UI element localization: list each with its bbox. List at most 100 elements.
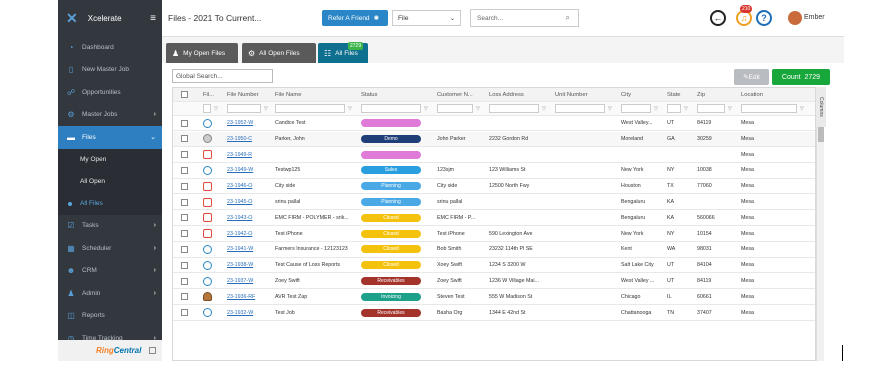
file-number-link[interactable]: 23-1950-C: [227, 136, 252, 142]
sidebar-item-new-master-job[interactable]: ▯ New Master Job: [58, 59, 162, 82]
files-submenu-item[interactable]: My Open: [58, 149, 162, 171]
file-number-link[interactable]: 23-1945-O: [227, 199, 252, 205]
search-input[interactable]: Search... ⌕: [470, 9, 579, 27]
row-checkbox[interactable]: [181, 119, 188, 127]
row-checkbox[interactable]: [181, 261, 188, 269]
filter-input[interactable]: [741, 104, 797, 113]
filter-input[interactable]: [555, 104, 605, 113]
filter-input[interactable]: [621, 104, 651, 113]
search-icon[interactable]: ⌕: [566, 13, 570, 23]
tab-all-open-files[interactable]: ⚙ All Open Files: [242, 43, 316, 63]
column-header[interactable]: Customer N...: [435, 88, 485, 101]
file-number-link[interactable]: 23-1946-O: [227, 183, 252, 189]
filter-funnel-icon[interactable]: ▽: [684, 106, 688, 112]
sidebar-item-tasks[interactable]: ☑ Tasks ›: [58, 215, 162, 238]
column-header[interactable]: File Number: [225, 88, 273, 101]
table-row[interactable]: 23-1943-O EMC FIRM - POLYMER - srik... Clo…: [173, 211, 815, 226]
file-number-link[interactable]: 23-1949-R: [227, 152, 252, 158]
filter-funnel-icon[interactable]: ▽: [424, 106, 428, 112]
filter-input[interactable]: [667, 104, 681, 113]
sidebar-item-opportunities[interactable]: ☍ Opportunities: [58, 81, 162, 104]
row-checkbox[interactable]: [181, 309, 188, 317]
filter-funnel-icon[interactable]: ▽: [728, 106, 732, 112]
table-row[interactable]: 23-1932-W Test Job Receivables Basha Org 134…: [173, 306, 815, 321]
sidebar-item-reports[interactable]: ◫ Reports: [58, 305, 162, 328]
column-header[interactable]: Location: [739, 88, 809, 101]
row-checkbox[interactable]: [181, 182, 188, 190]
row-checkbox[interactable]: [181, 293, 188, 301]
file-number-link[interactable]: 23-1949-W: [227, 167, 253, 173]
filter-input[interactable]: [227, 104, 261, 113]
help-icon[interactable]: ?: [756, 10, 772, 26]
file-number-link[interactable]: 23-1932-W: [227, 310, 253, 316]
avatar[interactable]: [788, 11, 802, 25]
user-name[interactable]: Ember: [804, 14, 825, 21]
filter-funnel-icon[interactable]: ▽: [214, 106, 218, 112]
sidebar-item-scheduler[interactable]: ▦ Scheduler ›: [58, 237, 162, 260]
file-number-link[interactable]: 23-1952-W: [227, 120, 253, 126]
column-header[interactable]: Fil...: [201, 88, 223, 101]
ringcentral-widget[interactable]: Ring Central: [58, 340, 162, 361]
sidebar-item-admin[interactable]: ♟ Admin ›: [58, 282, 162, 305]
hamburger-menu-icon[interactable]: ≡: [150, 13, 156, 24]
table-row[interactable]: 23-1949-R Mesa: [173, 148, 815, 163]
row-checkbox[interactable]: [181, 230, 188, 238]
global-search-input[interactable]: Global Search...: [172, 69, 273, 83]
table-row[interactable]: 23-1945-O srinu pallal Planning srinu palla…: [173, 195, 815, 211]
table-row[interactable]: 23-1937-W Zoey Swift Receivables Zoey Swift…: [173, 274, 815, 290]
file-number-link[interactable]: 23-1942-O: [227, 231, 252, 237]
column-header[interactable]: City: [619, 88, 663, 101]
brand[interactable]: ✕ Xcelerate ≡: [58, 0, 162, 36]
row-checkbox[interactable]: [181, 245, 188, 253]
filter-funnel-icon[interactable]: ▽: [542, 106, 546, 112]
filter-input[interactable]: [437, 104, 473, 113]
column-header[interactable]: Status: [359, 88, 433, 101]
file-number-link[interactable]: 23-1937-W: [227, 278, 253, 284]
row-checkbox[interactable]: [181, 166, 188, 174]
filter-input[interactable]: [275, 104, 345, 113]
file-number-link[interactable]: 23-1941-W: [227, 246, 253, 252]
tab-my-open-files[interactable]: ♟ My Open Files: [166, 43, 238, 63]
row-checkbox[interactable]: [181, 277, 188, 285]
columns-panel-tab[interactable]: Columns: [816, 87, 826, 127]
file-number-link[interactable]: 23-1936-RF: [227, 294, 255, 300]
refer-friend-button[interactable]: Refer A Friend ✺: [322, 10, 388, 26]
select-all-checkbox[interactable]: [181, 91, 188, 98]
filter-input[interactable]: [489, 104, 539, 113]
file-number-link[interactable]: 23-1938-W: [227, 262, 253, 268]
table-row[interactable]: 23-1950-C Parker, John Demo John Parker 2232…: [173, 131, 815, 147]
filter-input[interactable]: [203, 104, 211, 113]
table-row[interactable]: 23-1941-W Farmers Insurance - 12123123 Clo…: [173, 242, 815, 258]
row-checkbox[interactable]: [181, 151, 188, 159]
column-header[interactable]: Loss Address: [487, 88, 551, 101]
table-row[interactable]: 23-1949-W Testwp125 Sales 123sjm 123 William…: [173, 163, 815, 179]
file-number-link[interactable]: 23-1943-O: [227, 215, 252, 221]
row-checkbox[interactable]: [181, 214, 188, 222]
table-row[interactable]: 23-1946-O City side Planning City side 12500…: [173, 179, 815, 195]
table-row[interactable]: 23-1938-W Test Cause of Loss Reports Close…: [173, 258, 815, 274]
column-header[interactable]: State: [665, 88, 693, 101]
filter-funnel-icon[interactable]: ▽: [800, 106, 804, 112]
filter-input[interactable]: [697, 104, 725, 113]
files-submenu-item[interactable]: All Open: [58, 171, 162, 193]
file-type-select[interactable]: File ⌄: [392, 10, 461, 26]
edit-button[interactable]: ✎ Edit: [734, 69, 769, 85]
table-row[interactable]: 23-1942-O Test iPhone Closed Test iPhone 590…: [173, 227, 815, 242]
sidebar-item-files[interactable]: ▬ Files ⌄: [58, 126, 162, 149]
filter-funnel-icon[interactable]: ▽: [476, 106, 480, 112]
row-checkbox[interactable]: [181, 198, 188, 206]
table-row[interactable]: 23-1936-RF AVR Test Zap Invoicing Steven Te…: [173, 290, 815, 305]
files-submenu-item[interactable]: All Files: [58, 193, 162, 215]
filter-funnel-icon[interactable]: ▽: [654, 106, 658, 112]
vertical-scrollbar[interactable]: [816, 100, 824, 361]
filter-funnel-icon[interactable]: ▽: [348, 106, 352, 112]
row-checkbox[interactable]: [181, 135, 188, 143]
sidebar-item-dashboard[interactable]: ◔ Dashboard: [58, 36, 162, 59]
filter-funnel-icon[interactable]: ▽: [608, 106, 612, 112]
column-header[interactable]: Zip: [695, 88, 737, 101]
filter-input[interactable]: [361, 104, 421, 113]
column-header[interactable]: File Name: [273, 88, 357, 101]
column-header[interactable]: [179, 88, 199, 101]
expand-icon[interactable]: [149, 347, 157, 354]
table-row[interactable]: 23-1952-W Candice Test West Valley... UT 841…: [173, 116, 815, 132]
